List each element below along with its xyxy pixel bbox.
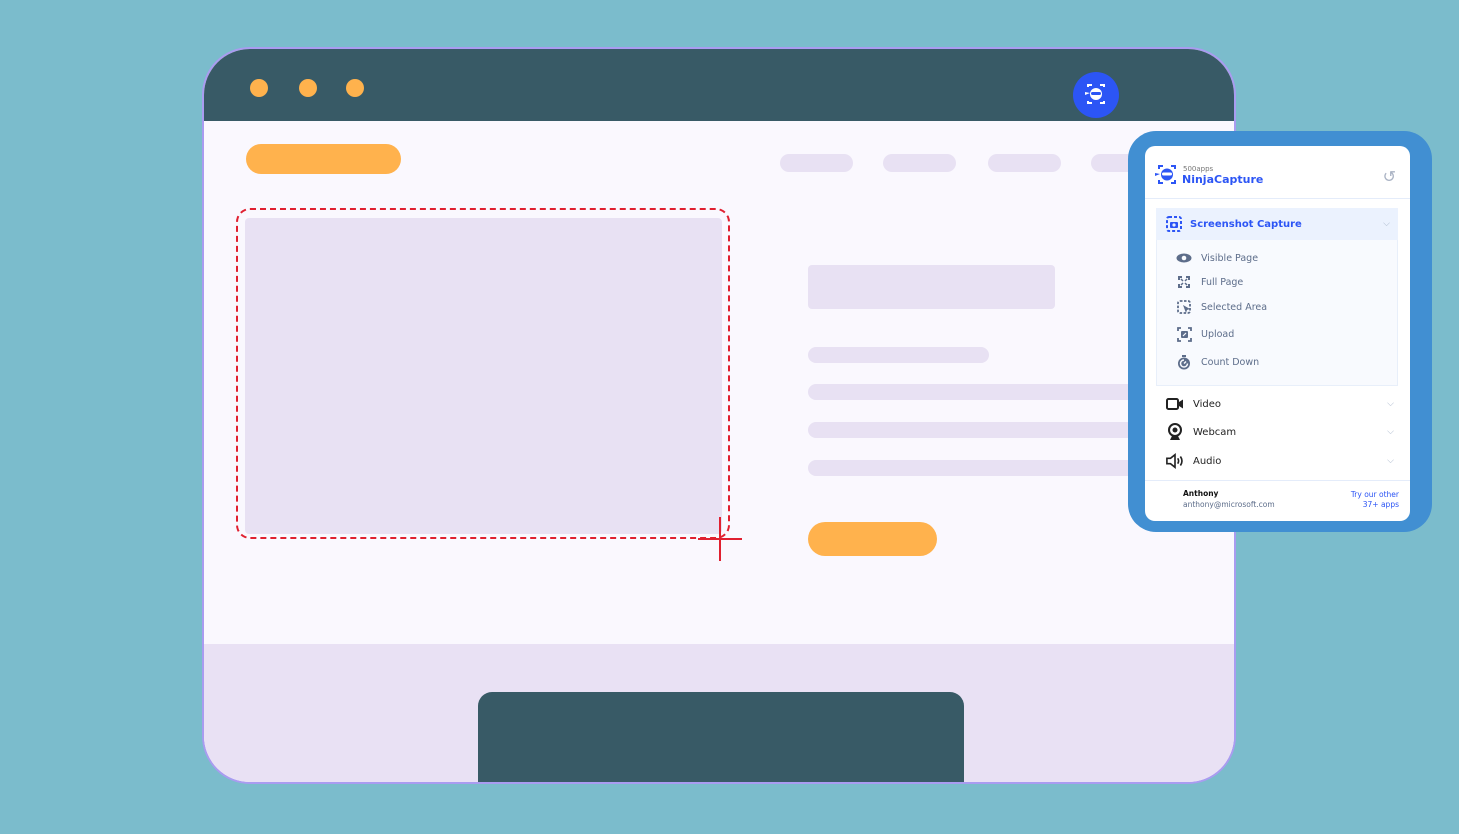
video-camera-icon	[1166, 396, 1184, 412]
screenshot-submenu: Visible Page Full Page Selected Area Upl…	[1156, 240, 1398, 386]
video-label: Video	[1193, 398, 1222, 410]
cta-button-placeholder[interactable]	[808, 522, 937, 556]
menu-row-audio[interactable]: Audio ⌵	[1166, 453, 1402, 469]
selection-rectangle[interactable]	[236, 208, 730, 539]
user-name: Anthony	[1183, 489, 1219, 498]
panel-header: 500apps NinjaCapture ↺	[1145, 146, 1410, 199]
chevron-down-icon[interactable]: ⌵	[1387, 399, 1394, 409]
menu-item-label: Visible Page	[1201, 252, 1259, 264]
text-line-placeholder-4	[808, 460, 1148, 476]
extension-panel: 500apps NinjaCapture ↺ Screenshot Captur…	[1145, 146, 1410, 521]
screenshot-capture-header[interactable]: Screenshot Capture ⌵	[1156, 208, 1398, 240]
menu-item-label: Upload	[1201, 328, 1235, 340]
window-dot-close[interactable]	[250, 79, 268, 97]
browser-footer-area	[204, 644, 1234, 782]
speaker-icon	[1166, 453, 1184, 469]
chevron-down-icon[interactable]: ⌵	[1387, 456, 1394, 466]
eye-icon	[1176, 251, 1192, 265]
menu-row-video[interactable]: Video ⌵	[1166, 396, 1402, 412]
heading-placeholder	[808, 265, 1055, 309]
brand-subtitle: 500apps	[1183, 165, 1214, 173]
screenshot-capture-label: Screenshot Capture	[1190, 218, 1302, 230]
more-apps-line2: 37+ apps	[1362, 500, 1399, 509]
text-line-placeholder-1	[808, 347, 989, 363]
nav-placeholder-3[interactable]	[988, 154, 1061, 172]
menu-item-label: Count Down	[1201, 356, 1260, 368]
menu-item-label: Full Page	[1201, 276, 1244, 288]
chevron-down-icon[interactable]: ⌵	[1383, 219, 1390, 229]
panel-footer: Anthony anthony@microsoft.com Try our ot…	[1145, 480, 1410, 521]
crosshair-cursor-vertical	[719, 517, 721, 561]
select-area-icon	[1176, 299, 1192, 314]
menu-item-selected-area[interactable]: Selected Area	[1176, 299, 1268, 314]
window-dot-maximize[interactable]	[346, 79, 364, 97]
logo-placeholder	[246, 144, 401, 174]
menu-row-webcam[interactable]: Webcam ⌵	[1166, 423, 1402, 440]
chevron-down-icon[interactable]: ⌵	[1387, 427, 1394, 437]
more-apps-link[interactable]: Try our other 37+ apps	[1351, 490, 1399, 510]
brand-logo-icon	[1155, 165, 1176, 184]
nav-placeholder-2[interactable]	[883, 154, 956, 172]
webcam-label: Webcam	[1193, 426, 1237, 438]
text-line-placeholder-2	[808, 384, 1148, 400]
brand-name: NinjaCapture	[1182, 173, 1264, 186]
user-email: anthony@microsoft.com	[1183, 500, 1275, 509]
expand-icon	[1176, 275, 1192, 289]
ninja-capture-icon	[1085, 84, 1105, 104]
ninja-capture-extension-button[interactable]	[1073, 72, 1119, 118]
nav-placeholder-1[interactable]	[780, 154, 853, 172]
menu-item-full-page[interactable]: Full Page	[1176, 275, 1243, 289]
window-dot-minimize[interactable]	[299, 79, 317, 97]
ninja-capture-popup: 500apps NinjaCapture ↺ Screenshot Captur…	[1128, 131, 1432, 532]
webcam-icon	[1166, 423, 1184, 440]
menu-item-upload[interactable]: Upload	[1176, 326, 1235, 342]
monitor-stand	[478, 692, 964, 782]
screenshot-capture-icon	[1166, 216, 1182, 232]
text-line-placeholder-3	[808, 422, 1148, 438]
history-icon[interactable]: ↺	[1383, 167, 1396, 186]
upload-icon	[1176, 326, 1192, 342]
timer-icon	[1176, 354, 1192, 369]
menu-item-count-down[interactable]: Count Down	[1176, 354, 1260, 369]
more-apps-line1: Try our other	[1350, 490, 1399, 499]
menu-item-label: Selected Area	[1201, 301, 1268, 313]
audio-label: Audio	[1193, 455, 1222, 467]
menu-item-visible-page[interactable]: Visible Page	[1176, 251, 1258, 265]
